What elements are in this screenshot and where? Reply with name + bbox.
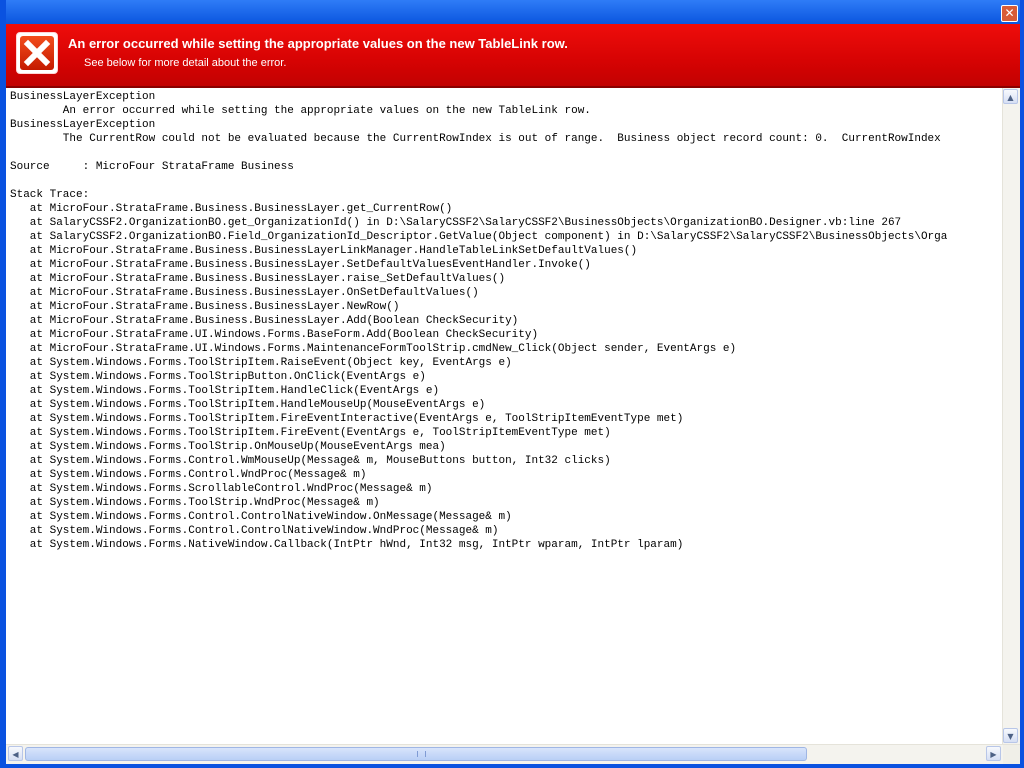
scrollbar-corner [1003,745,1020,764]
detail-line: at System.Windows.Forms.ToolStripItem.Ha… [10,399,486,411]
vertical-scrollbar[interactable]: ▲ ▼ [1002,88,1020,744]
detail-line: at System.Windows.Forms.Control.WmMouseU… [10,455,611,467]
detail-line: at MicroFour.StrataFrame.UI.Windows.Form… [10,343,737,355]
detail-line: at System.Windows.Forms.ToolStrip.OnMous… [10,441,446,453]
error-window: ✕ An error occurred while setting the ap… [0,0,1024,768]
error-details-panel: BusinessLayerException An error occurred… [6,88,1020,764]
detail-line: at System.Windows.Forms.ToolStripItem.Ra… [10,357,512,369]
scroll-down-icon[interactable]: ▼ [1003,728,1018,743]
close-button[interactable]: ✕ [1001,5,1018,22]
detail-line: BusinessLayerException [10,91,156,103]
detail-line: An error occurred while setting the appr… [10,105,591,117]
error-icon [16,32,58,74]
detail-line: at System.Windows.Forms.ToolStripItem.Fi… [10,427,611,439]
detail-line: at System.Windows.Forms.Control.ControlN… [10,511,512,523]
error-banner: An error occurred while setting the appr… [6,24,1020,88]
detail-line: at MicroFour.StrataFrame.UI.Windows.Form… [10,329,539,341]
detail-line: The CurrentRow could not be evaluated be… [10,133,941,145]
scroll-up-icon[interactable]: ▲ [1003,89,1018,104]
detail-line: at System.Windows.Forms.ToolStripItem.Ha… [10,385,440,397]
horizontal-scrollbar[interactable]: ◀ ▶ [6,744,1020,764]
detail-line: at System.Windows.Forms.Control.ControlN… [10,525,499,537]
detail-line: at MicroFour.StrataFrame.Business.Busine… [10,287,479,299]
detail-line: at MicroFour.StrataFrame.Business.Busine… [10,301,400,313]
detail-line: at System.Windows.Forms.Control.WndProc(… [10,469,367,481]
detail-line: Stack Trace: [10,189,90,201]
detail-line: at System.Windows.Forms.ToolStripItem.Fi… [10,413,684,425]
horizontal-scroll-thumb[interactable] [25,747,807,761]
error-title: An error occurred while setting the appr… [68,36,568,51]
detail-line: at MicroFour.StrataFrame.Business.Busine… [10,315,519,327]
detail-line: at SalaryCSSF2.OrganizationBO.get_Organi… [10,217,902,229]
detail-line: at System.Windows.Forms.ScrollableContro… [10,483,433,495]
detail-line: at MicroFour.StrataFrame.Business.Busine… [10,245,638,257]
error-details-text[interactable]: BusinessLayerException An error occurred… [6,88,1002,744]
detail-line: Source : MicroFour StrataFrame Business [10,161,294,173]
title-bar[interactable]: ✕ [6,0,1020,24]
detail-line: BusinessLayerException [10,119,156,131]
detail-line: at System.Windows.Forms.NativeWindow.Cal… [10,539,684,551]
detail-line: at MicroFour.StrataFrame.Business.Busine… [10,203,453,215]
detail-line: at System.Windows.Forms.ToolStripButton.… [10,371,426,383]
scroll-left-icon[interactable]: ◀ [8,746,23,761]
detail-line: at MicroFour.StrataFrame.Business.Busine… [10,259,591,271]
detail-line: at MicroFour.StrataFrame.Business.Busine… [10,273,506,285]
error-subtitle: See below for more detail about the erro… [84,57,287,69]
detail-line: at SalaryCSSF2.OrganizationBO.Field_Orga… [10,231,948,243]
scroll-right-icon[interactable]: ▶ [986,746,1001,761]
detail-line: at System.Windows.Forms.ToolStrip.WndPro… [10,497,380,509]
